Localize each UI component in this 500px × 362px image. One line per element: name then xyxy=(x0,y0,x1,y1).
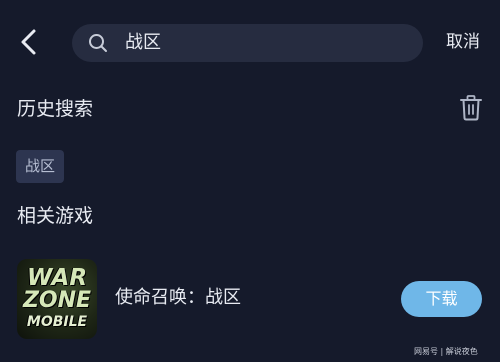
search-input[interactable]: 战区 xyxy=(72,24,423,62)
top-bar: 战区 取消 xyxy=(0,0,500,84)
back-button[interactable] xyxy=(18,26,42,58)
game-list-item[interactable]: WAR ZONE MOBILE 使命召唤：战区 下载 xyxy=(0,253,500,345)
trash-icon xyxy=(460,95,482,121)
search-icon xyxy=(89,34,107,52)
logo-text-war: WAR xyxy=(26,265,88,291)
history-section-title: 历史搜索 xyxy=(17,98,94,120)
related-games-title: 相关游戏 xyxy=(17,205,94,227)
clear-history-button[interactable] xyxy=(459,95,483,121)
download-button[interactable]: 下载 xyxy=(401,281,482,317)
game-logo-icon[interactable]: WAR ZONE MOBILE xyxy=(17,259,97,339)
cancel-button[interactable]: 取消 xyxy=(446,31,480,53)
game-title[interactable]: 使命召唤：战区 xyxy=(115,286,241,310)
search-input-value[interactable]: 战区 xyxy=(125,24,161,62)
watermark: 网易号 | 解说夜色 xyxy=(414,347,478,356)
logo-text-zone: ZONE xyxy=(22,288,92,313)
back-arrow-icon xyxy=(21,29,36,55)
logo-text-mobile: MOBILE xyxy=(26,314,88,330)
history-chip[interactable]: 战区 xyxy=(16,150,64,183)
